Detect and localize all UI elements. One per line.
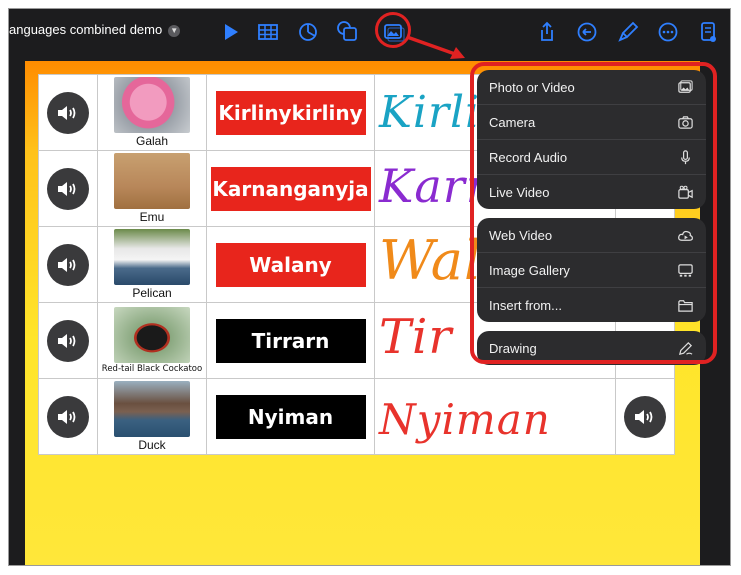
handwriting-cell[interactable]: Nyiman	[374, 378, 616, 455]
word-cell[interactable]: Walany	[206, 226, 375, 303]
handwriting: Tir	[379, 309, 453, 365]
pelican-photo[interactable]	[114, 229, 190, 285]
image-cell[interactable]: Duck	[97, 378, 207, 455]
word-label: Nyiman	[215, 394, 366, 439]
audio-cell[interactable]	[38, 150, 98, 227]
audio-cell[interactable]	[38, 302, 98, 379]
word-label: Karnanganyja	[210, 166, 371, 211]
callout-arrow	[406, 35, 465, 59]
speaker-icon[interactable]	[47, 395, 89, 438]
cockatoo-photo[interactable]	[114, 307, 190, 363]
word-label: Walany	[215, 242, 366, 287]
audio-cell[interactable]	[38, 226, 98, 303]
speaker-icon[interactable]	[624, 395, 666, 438]
emu-photo[interactable]	[114, 153, 190, 209]
speaker-icon[interactable]	[47, 319, 89, 362]
animal-caption: Emu	[139, 210, 165, 224]
word-cell[interactable]: Karnanganyja	[206, 150, 375, 227]
audio-cell[interactable]	[615, 378, 675, 455]
animal-caption: Duck	[138, 438, 166, 452]
image-cell[interactable]: Pelican	[97, 226, 207, 303]
audio-cell[interactable]	[38, 378, 98, 455]
animal-caption: Galah	[135, 134, 169, 148]
image-cell[interactable]: Emu	[97, 150, 207, 227]
table-row: Duck Nyiman Nyiman	[38, 378, 675, 455]
image-cell[interactable]: Red-tail Black Cockatoo	[97, 302, 207, 379]
speaker-icon[interactable]	[47, 167, 89, 210]
word-cell[interactable]: Nyiman	[206, 378, 375, 455]
duck-photo[interactable]	[114, 381, 190, 437]
word-cell[interactable]: Tirrarn	[206, 302, 375, 379]
animal-caption: Red-tail Black Cockatoo	[101, 364, 203, 374]
speaker-icon[interactable]	[47, 243, 89, 286]
word-label: Tirrarn	[215, 318, 366, 363]
app-window: anguages combined demo ▼ Galah Kirlinyki…	[8, 8, 731, 566]
animal-caption: Pelican	[132, 286, 172, 300]
handwriting: Wal	[379, 229, 483, 292]
handwriting: Nyiman	[379, 395, 551, 444]
